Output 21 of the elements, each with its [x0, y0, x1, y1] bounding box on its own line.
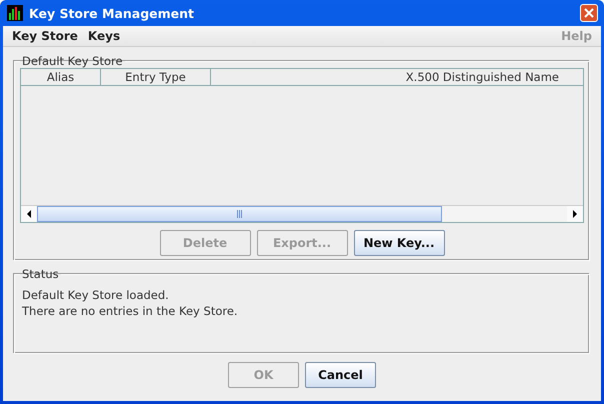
status-message: Default Key Store loaded. [21, 287, 170, 303]
status-message: There are no entries in the Key Store. [21, 303, 239, 319]
close-button[interactable] [580, 4, 598, 22]
dialog-button[interactable]: Cancel [305, 362, 376, 388]
app-icon [7, 5, 23, 21]
close-icon [584, 8, 594, 18]
scroll-left-button[interactable] [21, 206, 37, 222]
menu-item[interactable]: Keys [82, 29, 126, 43]
scroll-right-button[interactable] [567, 206, 583, 222]
action-button[interactable]: New Key... [354, 230, 444, 256]
panel-title: Default Key Store [21, 54, 124, 68]
scroll-thumb[interactable] [37, 206, 442, 222]
right-arrow-icon [572, 210, 578, 218]
panel-title: Status [21, 267, 60, 281]
menu-item[interactable]: Key Store [7, 29, 83, 43]
grip-icon [236, 210, 242, 218]
column-header[interactable]: Entry Type [101, 69, 211, 85]
column-header[interactable]: X.500 Distinguished Name [211, 69, 583, 85]
left-arrow-icon [26, 210, 32, 218]
window-title: Key Store Management [29, 6, 196, 20]
column-header[interactable]: Alias [21, 69, 101, 85]
